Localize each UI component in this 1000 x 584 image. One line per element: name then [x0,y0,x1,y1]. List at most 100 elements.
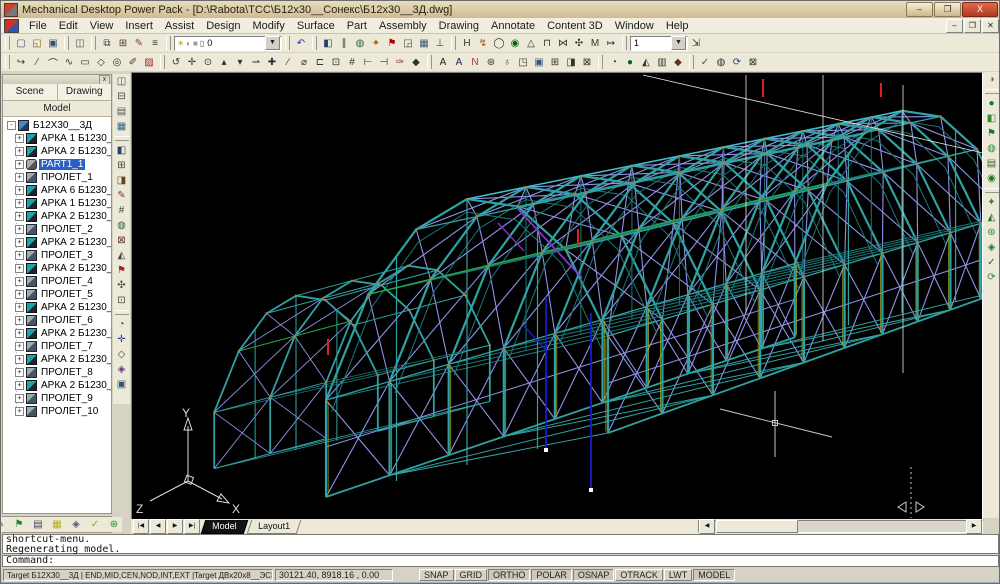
part-tool-button-2-0[interactable]: ◔ [114,317,130,332]
menu-drawing[interactable]: Drawing [433,19,485,33]
toggle-otrack[interactable]: OTRACK [615,569,663,581]
tree-expand-icon[interactable]: + [15,290,24,299]
toolbar2-button-1-15[interactable]: ◆ [408,55,424,70]
xref-button[interactable]: ◫ [72,36,88,51]
tree-item-label[interactable]: АРКА 2 Б1230_9 [39,380,111,391]
layer-lock-icon[interactable]: ■ [193,39,198,48]
ucs-button[interactable]: ⊥ [432,36,448,51]
tree-item[interactable]: + PART1_1 [3,158,111,171]
toolbar2-button-2-3[interactable]: ⊛ [483,55,499,70]
tree-item[interactable]: +АРКА 2 Б1230_9 [3,379,111,392]
toolbar2-button-1-7[interactable]: ∕ [280,55,296,70]
power-dim-button[interactable]: H [459,36,475,51]
render-tool-button-2-3[interactable]: ◈ [984,240,1000,255]
menu-insert[interactable]: Insert [119,19,159,33]
part-tool-button-1-8[interactable]: ⚑ [114,263,130,278]
tree-item[interactable]: +ПРОЛЕТ_2 [3,223,111,236]
menu-modify[interactable]: Modify [246,19,290,33]
tree-item-label[interactable]: PART1_1 [39,159,85,170]
toolbar2-button-0-3[interactable]: ∿ [61,55,77,70]
render-tool-button-1-5[interactable]: ◉ [984,171,1000,186]
tree-expand-icon[interactable]: + [15,355,24,364]
layer-dropdown-icon[interactable]: ▼ [265,36,280,50]
tree-expand-icon[interactable]: + [15,251,24,260]
tree-item[interactable]: +АРКА 2 Б1230_3 [3,236,111,249]
render-button[interactable]: ▦ [416,36,432,51]
menu-surface[interactable]: Surface [291,19,341,33]
browser-update-icon[interactable]: ⊛ [106,517,122,532]
part-tool-button-1-6[interactable]: ⊠ [114,233,130,248]
scrollbar-thumb[interactable] [716,520,798,533]
part-tool-button-2-2[interactable]: ◇ [114,347,130,362]
toolbar2-button-2-5[interactable]: ◳ [515,55,531,70]
scroll-right-icon[interactable]: ▶ [966,519,982,534]
undo-button[interactable]: ↶ [293,36,309,51]
toolbar2-button-3-2[interactable]: ◭ [638,55,654,70]
toolbar2-button-4-3[interactable]: ⊠ [745,55,761,70]
tree-item[interactable]: +ПРОЛЕТ_10 [3,405,111,418]
render-tool-button-2-4[interactable]: ✓ [984,255,1000,270]
tree-item[interactable]: +АРКА 1 Б1230_2 [3,197,111,210]
tree-item-label[interactable]: ПРОЛЕТ_4 [39,276,95,287]
aerial-view-button[interactable]: ✦ [368,36,384,51]
tree-item-label[interactable]: АРКА 1 Б1230_1 [39,133,111,144]
part-tool-button-1-3[interactable]: ✎ [114,188,130,203]
toolbar2-button-1-8[interactable]: ⌀ [296,55,312,70]
toolbar2-button-3-1[interactable]: ● [622,55,638,70]
tree-item[interactable]: +АРКА 2 Б1230_4 [3,262,111,275]
part-tool-button-0-2[interactable]: ▤ [114,104,130,119]
menu-help[interactable]: Help [660,19,695,33]
toggle-polar[interactable]: POLAR [531,569,572,581]
power-join-button[interactable]: ⋈ [555,36,571,51]
mdi-restore-button[interactable]: ❐ [964,19,981,33]
save-button[interactable]: ▣ [45,36,61,51]
tree-item-label[interactable]: АРКА 2 Б1230_7 [39,328,111,339]
toggle-snap[interactable]: SNAP [419,569,454,581]
toolbar2-button-2-8[interactable]: ◨ [563,55,579,70]
tree-item[interactable]: +ПРОЛЕТ_8 [3,366,111,379]
tree-expand-icon[interactable]: + [15,160,24,169]
open-button[interactable]: ◱ [29,36,45,51]
tree-expand-icon[interactable]: + [15,225,24,234]
tree-item-label[interactable]: ПРОЛЕТ_1 [39,172,95,183]
tree-item-label[interactable]: АРКА 1 Б1230_2 [39,198,111,209]
print-button[interactable]: ≡ [147,36,163,51]
tree-item-label[interactable]: Б12X30__3Д [31,120,94,131]
tree-item[interactable]: +ПРОЛЕТ_6 [3,314,111,327]
menu-annotate[interactable]: Annotate [485,19,541,33]
toolbar2-button-2-2[interactable]: N [467,55,483,70]
part-tool-button-2-3[interactable]: ◈ [114,362,130,377]
tree-item-label[interactable]: АРКА 2 Б1230_4 [39,263,111,274]
tree-expand-icon[interactable]: + [15,368,24,377]
toolbar2-button-4-1[interactable]: ◍ [713,55,729,70]
part-tool-button-1-10[interactable]: ⊡ [114,293,130,308]
toolbar2-button-0-5[interactable]: ◇ [93,55,109,70]
tab-scene[interactable]: Scene [3,84,58,100]
browser-close-icon[interactable]: x [99,75,110,85]
minimize-button[interactable]: – [906,2,933,17]
browser-trash-icon[interactable]: ▦ [49,517,65,532]
paste-button[interactable]: ⊞ [115,36,131,51]
power-circle-button[interactable]: ◯ [491,36,507,51]
part-tool-button-1-7[interactable]: ◭ [114,248,130,263]
tree-item-label[interactable]: ПРОЛЕТ_9 [39,393,95,404]
toolbar2-button-1-14[interactable]: ✑ [392,55,408,70]
browser-flag-icon[interactable]: ⚑ [11,517,27,532]
toolbar2-button-1-10[interactable]: ⊡ [328,55,344,70]
part-tool-button-2-1[interactable]: ✛ [114,332,130,347]
part-tool-button-0-0[interactable]: ◫ [114,74,130,89]
pan-button[interactable]: ◧ [320,36,336,51]
toolbar2-button-1-5[interactable]: ⇀ [248,55,264,70]
part-tool-button-1-0[interactable]: ◧ [114,143,130,158]
tree-item-label[interactable]: АРКА 2 Б1230_2 [39,211,111,222]
tree-expand-icon[interactable]: + [15,186,24,195]
toolbar2-button-1-9[interactable]: ⊏ [312,55,328,70]
toolbar2-button-1-4[interactable]: ▾ [232,55,248,70]
viewport-canvas[interactable]: YXZ [132,73,982,519]
toolbar2-button-0-0[interactable]: ↪ [13,55,29,70]
render-tool-button-0-0[interactable]: ◑ [984,72,1000,87]
toolbar2-button-1-12[interactable]: ⊢ [360,55,376,70]
named-views-button[interactable]: ⚑ [384,36,400,51]
command-input[interactable]: Command: [2,555,999,567]
tree-expand-icon[interactable]: + [15,329,24,338]
